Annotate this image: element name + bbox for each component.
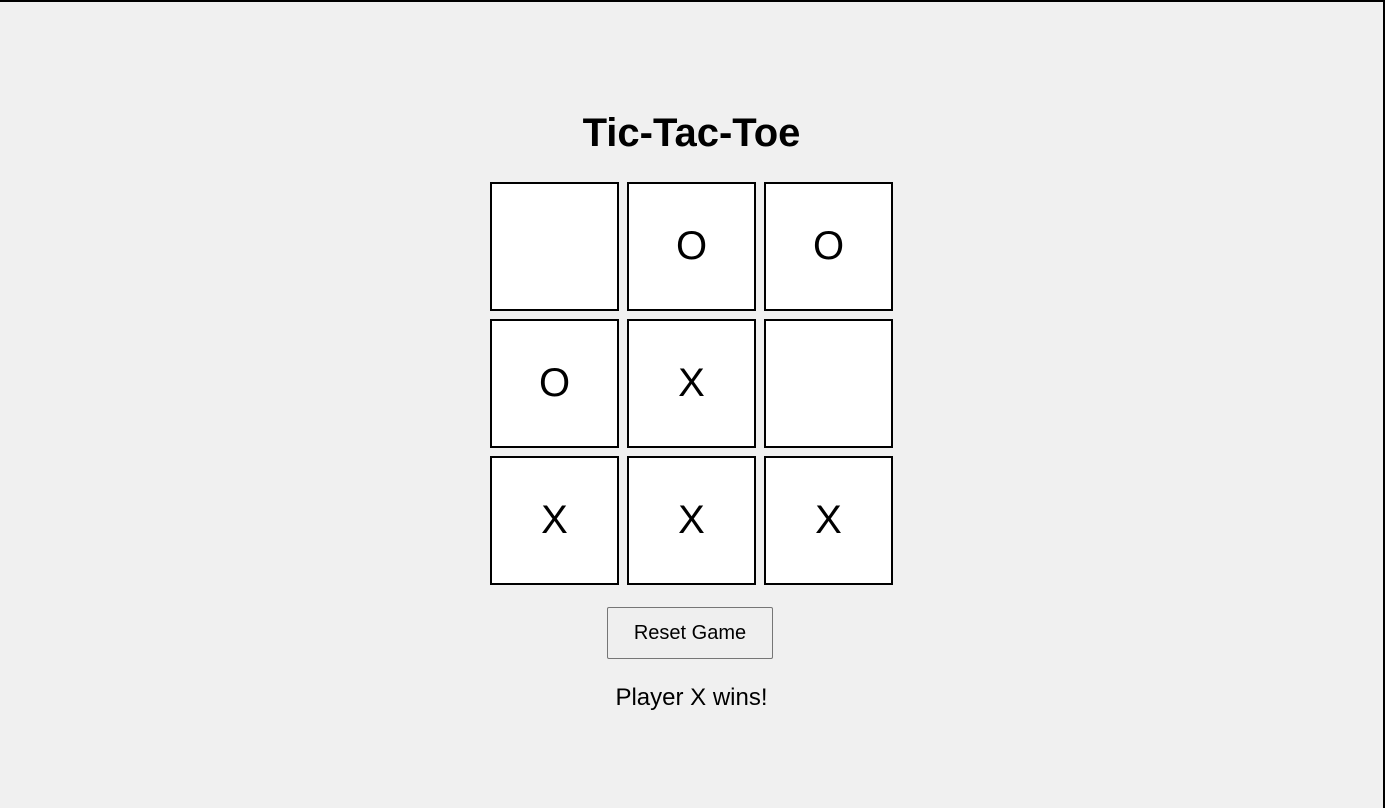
board-cell-r1c3[interactable]: O <box>764 182 893 311</box>
board-cell-r3c2[interactable]: X <box>627 456 756 585</box>
board-cell-r2c1[interactable]: O <box>490 319 619 448</box>
board-cell-r3c1[interactable]: X <box>490 456 619 585</box>
board-cell-r2c3[interactable] <box>764 319 893 448</box>
game-board: O O O X X X X <box>490 182 894 586</box>
game-status: Player X wins! <box>615 684 768 711</box>
reset-game-button[interactable]: Reset Game <box>607 607 773 659</box>
board-cell-r3c3[interactable]: X <box>764 456 893 585</box>
game-title: Tic-Tac-Toe <box>582 111 801 155</box>
board-cell-r2c2[interactable]: X <box>627 319 756 448</box>
board-cell-r1c2[interactable]: O <box>627 182 756 311</box>
board-cell-r1c1[interactable] <box>490 182 619 311</box>
